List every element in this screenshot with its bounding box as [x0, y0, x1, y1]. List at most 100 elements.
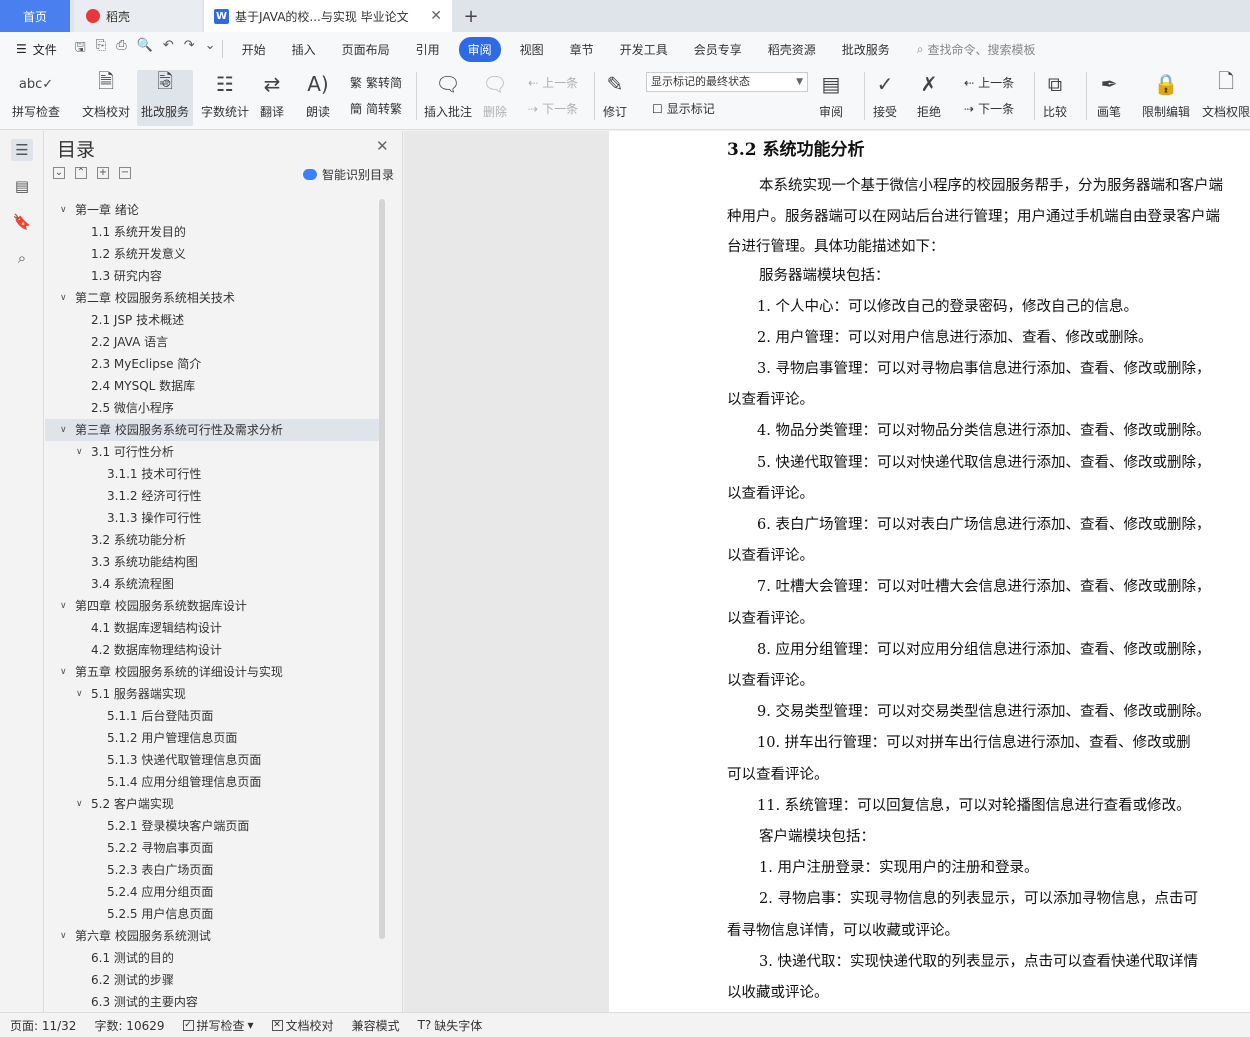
toc-item[interactable]: 2.3 MyEclipse 简介	[45, 353, 385, 375]
toc-item[interactable]: 4.1 数据库逻辑结构设计	[45, 617, 385, 639]
remove-icon[interactable]: −	[119, 167, 131, 179]
chevron-down-icon[interactable]: ∨	[76, 793, 83, 815]
document-page[interactable]: 3.2 系统功能分析 本系统实现一个基于微信小程序的校园服务帮手，分为服务器端和…	[609, 131, 1250, 1012]
insert-comment-button[interactable]: 🗨 插入批注	[424, 70, 472, 120]
toc-item[interactable]: ∨ 5.1 服务器端实现	[45, 683, 385, 705]
file-menu[interactable]: ☰ 文件	[0, 41, 57, 58]
spell-check-status[interactable]: ✓ 拼写检查 ▾	[182, 1017, 254, 1034]
toc-item[interactable]: 1.3 研究内容	[45, 265, 385, 287]
compare-button[interactable]: ⧉ 比较	[1042, 70, 1068, 120]
toc-item[interactable]: 3.1.1 技术可行性	[45, 463, 385, 485]
proof-status[interactable]: ✕ 文档校对	[271, 1017, 334, 1034]
menu-tab[interactable]: 会员专享	[694, 37, 742, 62]
toc-item[interactable]: 3.3 系统功能结构图	[45, 551, 385, 573]
menu-tab[interactable]: 页面布局	[342, 37, 390, 62]
menu-tab[interactable]: 引用	[416, 37, 440, 62]
menu-tab[interactable]: 视图	[520, 37, 544, 62]
toc-item[interactable]: 5.1.1 后台登陆页面	[45, 705, 385, 727]
toc-item[interactable]: 1.1 系统开发目的	[45, 221, 385, 243]
toc-item[interactable]: 1.2 系统开发意义	[45, 243, 385, 265]
tab-document[interactable]: W 基于JAVA的校...与实现 毕业论文 ✕	[204, 0, 452, 32]
spell-check-button[interactable]: abc✓ 拼写检查	[12, 70, 60, 120]
menu-tab[interactable]: 插入	[292, 37, 316, 62]
menu-tab[interactable]: 章节	[570, 37, 594, 62]
markup-state-select[interactable]: 显示标记的最终状态 ▼	[646, 72, 808, 92]
new-tab-button[interactable]: +	[458, 0, 484, 32]
toc-item[interactable]: 5.1.2 用户管理信息页面	[45, 727, 385, 749]
correction-service-button[interactable]: 🗟 批改服务	[137, 69, 194, 126]
toc-item[interactable]: 5.2.1 登录模块客户端页面	[45, 815, 385, 837]
search-icon[interactable]: ⌕	[11, 247, 33, 269]
track-changes-button[interactable]: ✎ 修订	[602, 70, 628, 120]
smart-toc-button[interactable]: 智能识别目录	[303, 166, 394, 183]
toc-item[interactable]: 5.1.4 应用分组管理信息页面	[45, 771, 385, 793]
toc-item[interactable]: 3.2 系统功能分析	[45, 529, 385, 551]
document-permission-button[interactable]: 🗋 文档权限	[1202, 69, 1250, 120]
chevron-down-icon[interactable]: ∨	[60, 595, 67, 617]
menu-tab[interactable]: 批改服务	[842, 37, 890, 62]
restrict-edit-button[interactable]: 🔒 限制编辑	[1142, 70, 1190, 120]
word-count-indicator[interactable]: 字数: 10629	[94, 1017, 164, 1034]
toc-item[interactable]: 3.1.2 经济可行性	[45, 485, 385, 507]
toc-item[interactable]: 5.2.5 用户信息页面	[45, 903, 385, 925]
bookmark-icon[interactable]: 🔖	[11, 211, 33, 233]
review-pane-button[interactable]: ▤ 审阅	[818, 70, 844, 120]
chevron-down-icon[interactable]: ∨	[60, 287, 67, 309]
close-icon[interactable]: ✕	[376, 137, 389, 155]
chevron-down-icon[interactable]: ∨	[60, 199, 67, 221]
toc-item[interactable]: ∨ 5.2 客户端实现	[45, 793, 385, 815]
toc-item[interactable]: 3.4 系统流程图	[45, 573, 385, 595]
menu-tab[interactable]: 审阅	[458, 36, 501, 62]
toc-item[interactable]: 2.2 JAVA 语言	[45, 331, 385, 353]
toc-item[interactable]: ∨ 第三章 校园服务系统可行性及需求分析	[45, 419, 385, 441]
toc-item[interactable]: 5.2.4 应用分组页面	[45, 881, 385, 903]
menu-tab[interactable]: 开发工具	[620, 37, 668, 62]
next-change-button[interactable]: ⇢ 下一条	[964, 100, 1014, 117]
prev-change-button[interactable]: ⇠ 上一条	[964, 74, 1014, 91]
toc-item[interactable]: ∨ 3.1 可行性分析	[45, 441, 385, 463]
chevron-down-icon[interactable]: ∨	[76, 683, 83, 705]
toc-item[interactable]: 2.5 微信小程序	[45, 397, 385, 419]
toc-item[interactable]: 3.1.3 操作可行性	[45, 507, 385, 529]
toc-item[interactable]: 6.2 测试的步骤	[45, 969, 385, 991]
toc-scrollbar[interactable]	[379, 199, 385, 939]
toc-icon[interactable]: ☰	[11, 139, 33, 161]
chevron-down-icon[interactable]: ∨	[60, 925, 67, 947]
add-icon[interactable]: +	[97, 167, 109, 179]
chevron-down-icon[interactable]: ∨	[76, 441, 83, 463]
collapse-icon[interactable]: ⌃	[75, 167, 87, 179]
delete-comment-button[interactable]: 🗨 删除	[482, 70, 508, 120]
redo-icon[interactable]: ↷	[184, 38, 195, 60]
toc-item[interactable]: 4.2 数据库物理结构设计	[45, 639, 385, 661]
word-count-button[interactable]: ☷ 字数统计	[201, 70, 249, 120]
menu-tab[interactable]: 开始	[242, 37, 266, 62]
chevron-down-icon[interactable]: ∨	[60, 661, 67, 683]
toc-item[interactable]: 6.1 测试的目的	[45, 947, 385, 969]
toc-item[interactable]: ∨ 第五章 校园服务系统的详细设计与实现	[45, 661, 385, 683]
expand-icon[interactable]: ⌄	[53, 167, 65, 179]
toc-item[interactable]: ∨ 第一章 绪论	[45, 199, 385, 221]
accept-button[interactable]: ✓ 接受	[872, 70, 898, 120]
simp-to-trad-button[interactable]: 簡简转繁	[350, 100, 402, 117]
export-pdf-icon[interactable]: ⎘	[96, 38, 106, 60]
document-proof-button[interactable]: 🗎 文档校对	[82, 69, 130, 120]
undo-icon[interactable]: ↶	[163, 38, 174, 60]
toc-item[interactable]: 6.3 测试的主要内容	[45, 991, 385, 1007]
print-icon[interactable]: ⎙	[116, 38, 126, 60]
translate-button[interactable]: ⇄ 翻译	[259, 70, 285, 120]
tab-daoke[interactable]: 稻壳	[74, 0, 202, 32]
save-icon[interactable]: 🖫	[75, 38, 86, 60]
toc-item[interactable]: 5.2.3 表白广场页面	[45, 859, 385, 881]
show-markup-button[interactable]: ☐ 显示标记	[652, 100, 715, 117]
chapter-nav-icon[interactable]: ▤	[11, 175, 33, 197]
toc-item[interactable]: ∨ 第四章 校园服务系统数据库设计	[45, 595, 385, 617]
toc-item[interactable]: ∨ 第二章 校园服务系统相关技术	[45, 287, 385, 309]
toc-item[interactable]: 5.2.2 寻物启事页面	[45, 837, 385, 859]
menu-tab[interactable]: 稻壳资源	[768, 37, 816, 62]
close-icon[interactable]: ✕	[430, 8, 442, 24]
prev-comment-button[interactable]: ⇠ 上一条	[528, 74, 578, 91]
read-aloud-button[interactable]: A) 朗读	[305, 70, 331, 120]
reject-button[interactable]: ✗ 拒绝	[916, 70, 942, 120]
ink-button[interactable]: ✒ 画笔	[1096, 70, 1122, 120]
dropdown-icon[interactable]: ⌄	[205, 38, 216, 60]
